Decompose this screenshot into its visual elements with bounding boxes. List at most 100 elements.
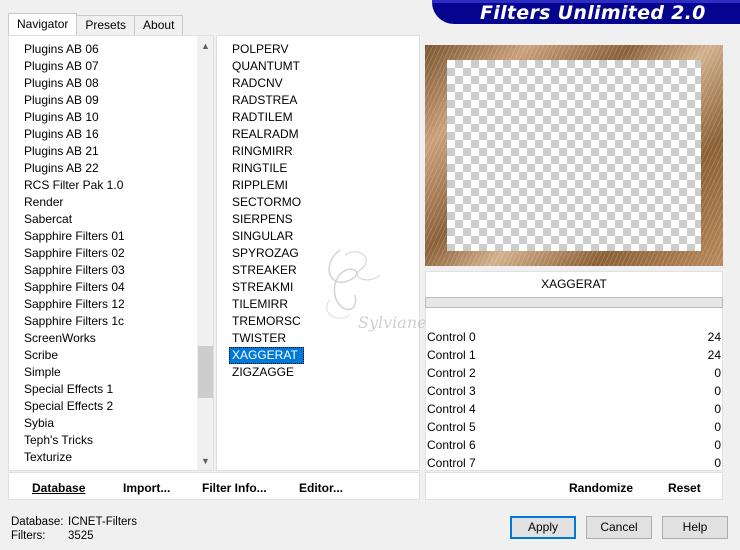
import-button[interactable]: Import...	[123, 481, 170, 495]
filter-item[interactable]: RADTILEM	[229, 109, 304, 126]
category-item[interactable]: ScreenWorks	[24, 330, 125, 347]
control-label: Control 6	[427, 438, 476, 452]
reset-button[interactable]: Reset	[668, 481, 701, 495]
category-list-panel: Plugins AB 06 Plugins AB 07 Plugins AB 08 P…	[8, 35, 214, 471]
filter-item[interactable]: RINGTILE	[229, 160, 304, 177]
category-item[interactable]: Sybia	[24, 415, 125, 432]
control-value[interactable]: 0	[714, 454, 721, 472]
category-item[interactable]: Plugins AB 09	[24, 92, 125, 109]
control-row[interactable]: Control 6 0	[425, 436, 723, 454]
control-row[interactable]: Control 5 0	[425, 418, 723, 436]
control-label: Control 1	[427, 348, 476, 362]
filter-info-button[interactable]: Filter Info...	[202, 481, 267, 495]
transparency-checkerboard	[447, 60, 701, 251]
category-list: Plugins AB 06 Plugins AB 07 Plugins AB 08 P…	[24, 41, 125, 466]
category-item[interactable]: Sapphire Filters 03	[24, 262, 125, 279]
filter-item[interactable]: STREAKMI	[229, 279, 304, 296]
control-value[interactable]: 24	[708, 328, 721, 346]
filter-item[interactable]: RADSTREA	[229, 92, 304, 109]
category-item[interactable]: Scribe	[24, 347, 125, 364]
editor-button[interactable]: Editor...	[299, 481, 343, 495]
filter-item[interactable]: RADCNV	[229, 75, 304, 92]
tab-presets[interactable]: Presets	[76, 15, 136, 35]
database-label: Database:	[11, 516, 64, 528]
help-button[interactable]: Help	[662, 516, 728, 539]
filter-item[interactable]: TREMORSC	[229, 313, 304, 330]
category-item[interactable]: Special Effects 1	[24, 381, 125, 398]
control-label: Control 7	[427, 456, 476, 470]
database-button[interactable]: Database	[32, 481, 85, 495]
tab-about[interactable]: About	[134, 15, 184, 35]
control-value[interactable]: 0	[714, 364, 721, 382]
selected-filter-name: XAGGERAT	[541, 277, 607, 291]
watermark-text: Sylviane	[358, 313, 427, 332]
scroll-down-icon[interactable]: ▼	[197, 453, 213, 470]
filter-item[interactable]: SINGULAR	[229, 228, 304, 245]
cancel-button[interactable]: Cancel	[586, 516, 652, 539]
filter-item[interactable]: QUANTUMT	[229, 58, 304, 75]
category-scrollbar[interactable]: ▲ ▼	[197, 36, 213, 470]
randomize-button[interactable]: Randomize	[569, 481, 633, 495]
category-item[interactable]: Texturize	[24, 449, 125, 466]
control-value[interactable]: 0	[714, 400, 721, 418]
filters-count: 3525	[68, 530, 94, 542]
control-row[interactable]: Control 3 0	[425, 382, 723, 400]
category-item[interactable]: Render	[24, 194, 125, 211]
control-label: Control 2	[427, 366, 476, 380]
filter-item[interactable]: STREAKER	[229, 262, 304, 279]
control-value[interactable]: 24	[708, 346, 721, 364]
category-item[interactable]: Sabercat	[24, 211, 125, 228]
filters-label: Filters:	[11, 530, 46, 542]
category-item[interactable]: Simple	[24, 364, 125, 381]
category-item[interactable]: Plugins AB 21	[24, 143, 125, 160]
filter-item[interactable]: RIPPLEMI	[229, 177, 304, 194]
control-label: Control 3	[427, 384, 476, 398]
right-action-bar: Randomize Reset	[425, 472, 723, 500]
category-item[interactable]: Plugins AB 10	[24, 109, 125, 126]
app-title-banner: Filters Unlimited 2.0	[432, 0, 740, 24]
watermark-logo: Sylviane	[326, 249, 427, 332]
scroll-up-icon[interactable]: ▲	[197, 38, 213, 55]
category-item[interactable]: Plugins AB 22	[24, 160, 125, 177]
category-item[interactable]: Sapphire Filters 12	[24, 296, 125, 313]
control-row[interactable]: Control 4 0	[425, 400, 723, 418]
control-row[interactable]: Control 2 0	[425, 364, 723, 382]
tab-navigator[interactable]: Navigator	[8, 13, 78, 35]
control-value[interactable]: 0	[714, 382, 721, 400]
filter-item[interactable]: XAGGERAT	[229, 347, 305, 364]
filter-item[interactable]: SECTORMO	[229, 194, 304, 211]
control-list: Control 0 24 Control 1 24 Control 2 0 Control …	[425, 328, 723, 472]
status-database: Database: ICNET-Filters	[11, 516, 137, 528]
apply-button[interactable]: Apply	[510, 516, 576, 539]
filter-item[interactable]: RINGMIRR	[229, 143, 304, 160]
control-label: Control 4	[427, 402, 476, 416]
control-value[interactable]: 0	[714, 418, 721, 436]
scroll-thumb[interactable]	[198, 346, 213, 398]
filter-list: POLPERV QUANTUMT RADCNV RADSTREA RADTILEM REA…	[229, 41, 305, 381]
filter-item[interactable]: ZIGZAGGE	[229, 364, 304, 381]
status-filters: Filters: 3525	[11, 530, 94, 542]
category-item[interactable]: Sapphire Filters 1c	[24, 313, 125, 330]
control-row[interactable]: Control 7 0	[425, 454, 723, 472]
tab-bar: Navigator Presets About	[8, 13, 184, 35]
category-item[interactable]: Sapphire Filters 02	[24, 245, 125, 262]
category-item[interactable]: Teph's Tricks	[24, 432, 125, 449]
control-row[interactable]: Control 1 24	[425, 346, 723, 364]
filter-item[interactable]: POLPERV	[229, 41, 304, 58]
filter-item[interactable]: REALRADM	[229, 126, 304, 143]
filter-item[interactable]: SIERPENS	[229, 211, 304, 228]
app-title: Filters Unlimited 2.0	[480, 2, 706, 24]
filter-item[interactable]: TWISTER	[229, 330, 304, 347]
filter-item[interactable]: SPYROZAG	[229, 245, 304, 262]
control-value[interactable]: 0	[714, 436, 721, 454]
category-item[interactable]: Plugins AB 08	[24, 75, 125, 92]
category-item[interactable]: Sapphire Filters 04	[24, 279, 125, 296]
filter-item[interactable]: TILEMIRR	[229, 296, 304, 313]
category-item[interactable]: RCS Filter Pak 1.0	[24, 177, 125, 194]
category-item[interactable]: Plugins AB 16	[24, 126, 125, 143]
category-item[interactable]: Plugins AB 06	[24, 41, 125, 58]
category-item[interactable]: Sapphire Filters 01	[24, 228, 125, 245]
category-item[interactable]: Special Effects 2	[24, 398, 125, 415]
category-item[interactable]: Plugins AB 07	[24, 58, 125, 75]
control-row[interactable]: Control 0 24	[425, 328, 723, 346]
